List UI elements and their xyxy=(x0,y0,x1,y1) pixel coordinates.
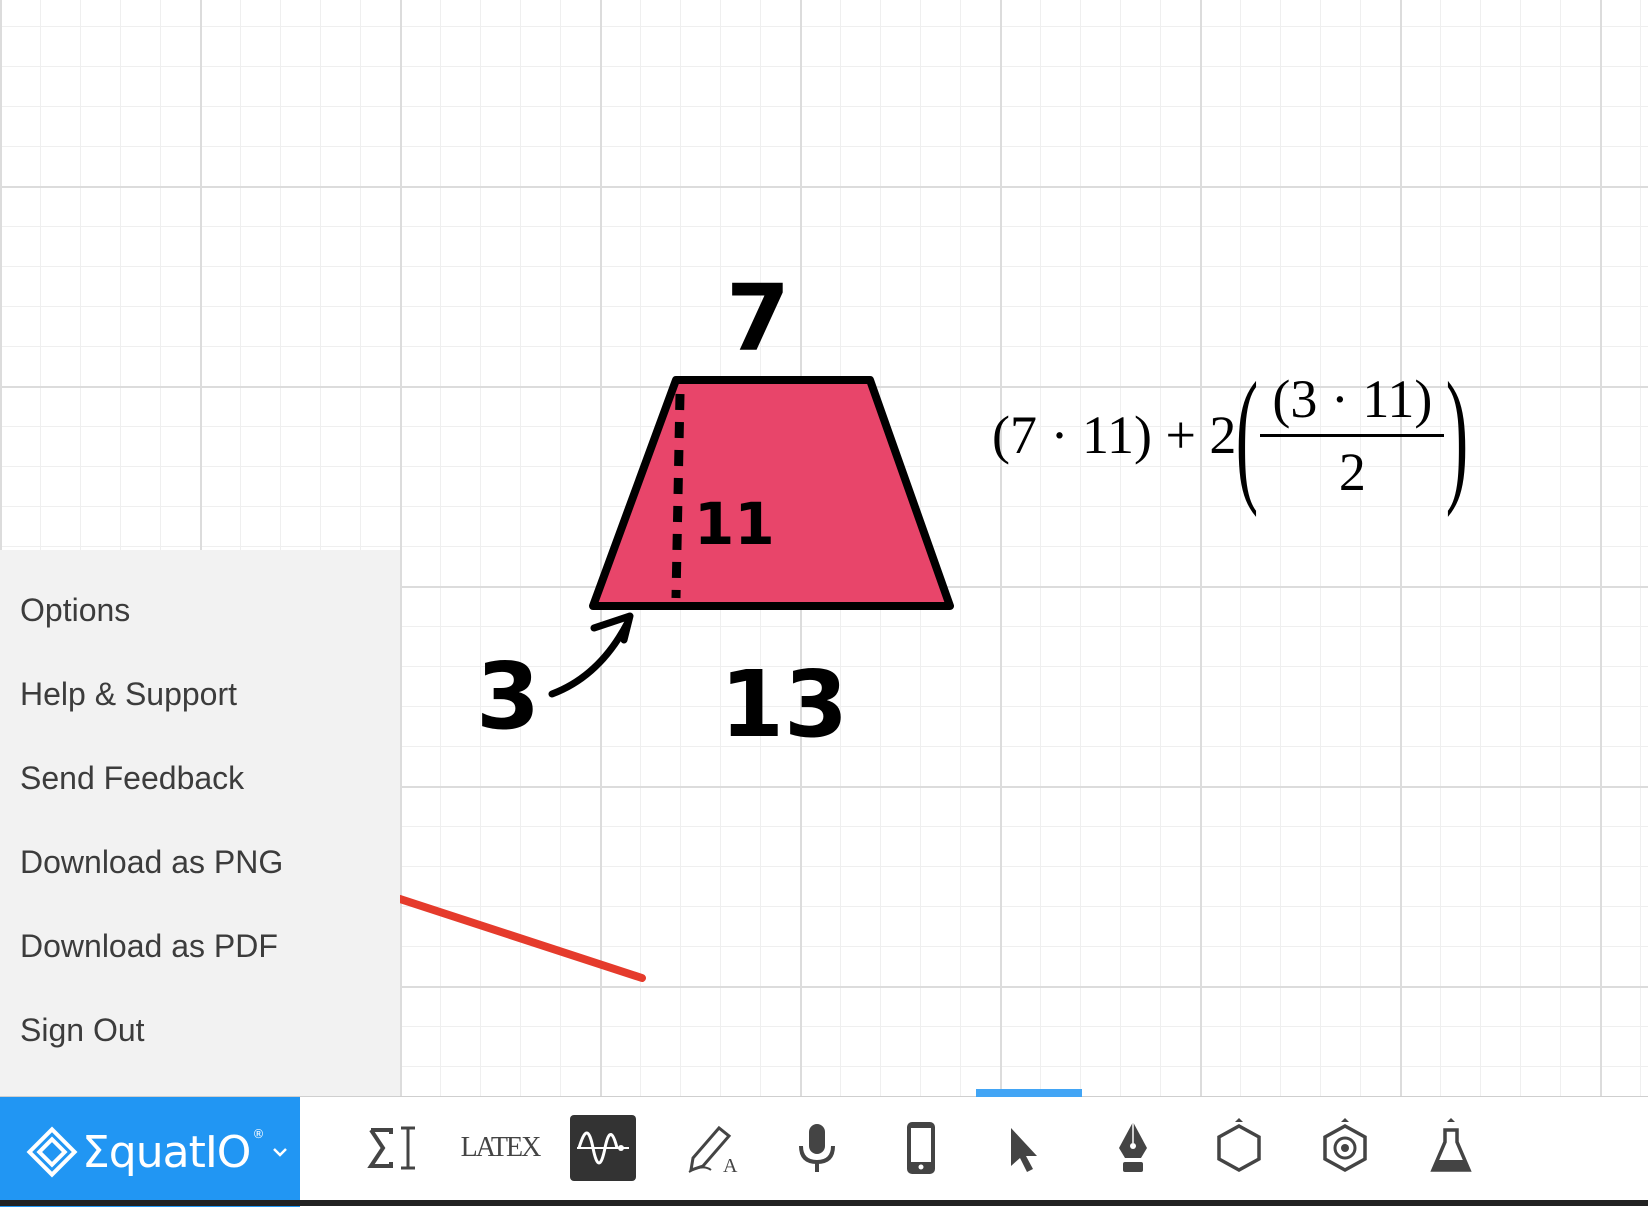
mobile-tool[interactable] xyxy=(888,1115,954,1181)
equation-left-paren: ( xyxy=(1236,352,1259,518)
select-tool[interactable] xyxy=(990,1115,1056,1181)
brand-registered-mark: ® xyxy=(252,1126,264,1141)
menu-item-download-png[interactable]: Download as PNG xyxy=(20,844,283,881)
latex-tool[interactable]: LATEX xyxy=(460,1115,542,1181)
equation-fraction: (3 · 11) 2 xyxy=(1260,368,1445,503)
microphone-icon xyxy=(799,1124,835,1172)
shapes-tool[interactable] xyxy=(1206,1115,1272,1181)
curved-arrow-head xyxy=(590,612,634,644)
handwriting-tool[interactable]: A xyxy=(680,1115,746,1181)
pointer-icon xyxy=(1011,1128,1037,1172)
bottom-label: 13 xyxy=(720,651,848,758)
equation-numerator: (3 · 11) xyxy=(1272,368,1433,429)
lab-tool[interactable] xyxy=(1418,1115,1484,1181)
menu-item-help-support[interactable]: Help & Support xyxy=(20,676,237,713)
molecule-icon xyxy=(1323,1118,1367,1172)
latex-icon: LATEX xyxy=(460,1132,542,1163)
sigma-cursor-icon xyxy=(367,1126,415,1170)
pen-nib-icon xyxy=(1119,1122,1147,1172)
menu-item-send-feedback[interactable]: Send Feedback xyxy=(20,760,244,797)
chemistry-tool[interactable] xyxy=(1312,1115,1378,1181)
math-editor-tool[interactable] xyxy=(360,1115,426,1181)
window-bottom-edge xyxy=(0,1200,1648,1206)
brand-text: ΣquatIO xyxy=(82,1126,251,1178)
pen-tool[interactable] xyxy=(1100,1115,1166,1181)
top-label: 7 xyxy=(726,265,790,372)
menu-item-options[interactable]: Options xyxy=(20,592,130,629)
equation-part1: (7 · 11) + 2 xyxy=(992,405,1237,465)
height-label: 11 xyxy=(694,490,775,558)
active-tool-indicator xyxy=(976,1089,1082,1097)
menu-item-sign-out[interactable]: Sign Out xyxy=(20,1012,145,1049)
equation-right-paren: ) xyxy=(1446,352,1469,518)
equatio-menu-button[interactable]: ΣquatIO ® xyxy=(0,1097,300,1207)
menu-item-download-pdf[interactable]: Download as PDF xyxy=(20,928,278,965)
app-menu: Options Help & Support Send Feedback Dow… xyxy=(0,550,400,1096)
pencil-icon: A xyxy=(688,1125,738,1177)
graph-tool[interactable] xyxy=(570,1115,636,1181)
equatio-logo-icon xyxy=(26,1126,78,1178)
phone-icon xyxy=(907,1122,935,1174)
wave-graph-icon xyxy=(577,1131,629,1165)
chevron-down-icon xyxy=(273,1148,288,1157)
equation-denominator: 2 xyxy=(1260,433,1445,503)
hexagon-icon xyxy=(1217,1118,1261,1172)
bottom-toolbar: ΣquatIO ® LATEX A xyxy=(0,1089,1648,1207)
speech-input-tool[interactable] xyxy=(784,1115,850,1181)
equation[interactable]: (7 · 11) + 2 ( (3 · 11) 2 ) xyxy=(992,350,1469,520)
brand-name: ΣquatIO ® xyxy=(82,1126,264,1178)
side-label: 3 xyxy=(476,643,540,750)
svg-text:A: A xyxy=(723,1155,738,1177)
flask-icon xyxy=(1430,1118,1472,1172)
curved-arrow xyxy=(548,618,632,698)
